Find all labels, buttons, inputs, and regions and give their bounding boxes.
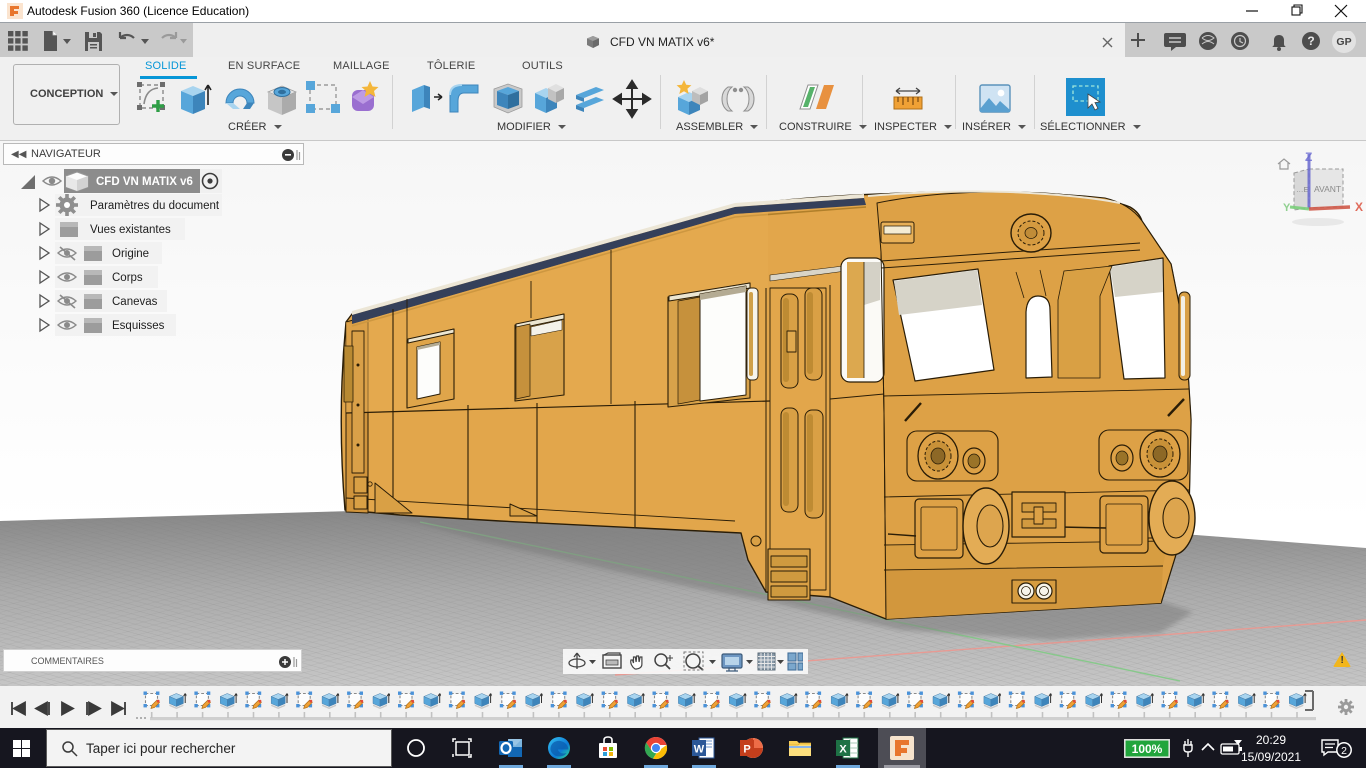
svg-text:W: W: [694, 744, 705, 756]
svg-text:Paramètres du document: Paramètres du document: [90, 200, 220, 212]
svg-text:2: 2: [1341, 745, 1347, 757]
svg-text:…E: …E: [1296, 185, 1309, 194]
svg-text:?: ?: [1307, 34, 1314, 48]
svg-text:Y: Y: [1283, 202, 1291, 214]
svg-text:X: X: [839, 744, 847, 756]
svg-text:GP: GP: [1336, 36, 1351, 48]
svg-text:Vues existantes: Vues existantes: [90, 224, 171, 236]
svg-text:P: P: [743, 744, 750, 756]
svg-text:Canevas: Canevas: [112, 296, 158, 308]
svg-text:100%: 100%: [1132, 742, 1163, 756]
svg-text:CFD VN MATIX v6: CFD VN MATIX v6: [96, 176, 193, 188]
svg-text:AVANT: AVANT: [1314, 184, 1341, 194]
svg-text:15/09/2021: 15/09/2021: [1241, 750, 1301, 764]
svg-text:Esquisses: Esquisses: [112, 320, 165, 332]
svg-text:X: X: [1355, 200, 1363, 214]
svg-text:20:29: 20:29: [1256, 733, 1286, 747]
svg-text:Corps: Corps: [112, 272, 143, 284]
svg-text:Origine: Origine: [112, 248, 149, 260]
